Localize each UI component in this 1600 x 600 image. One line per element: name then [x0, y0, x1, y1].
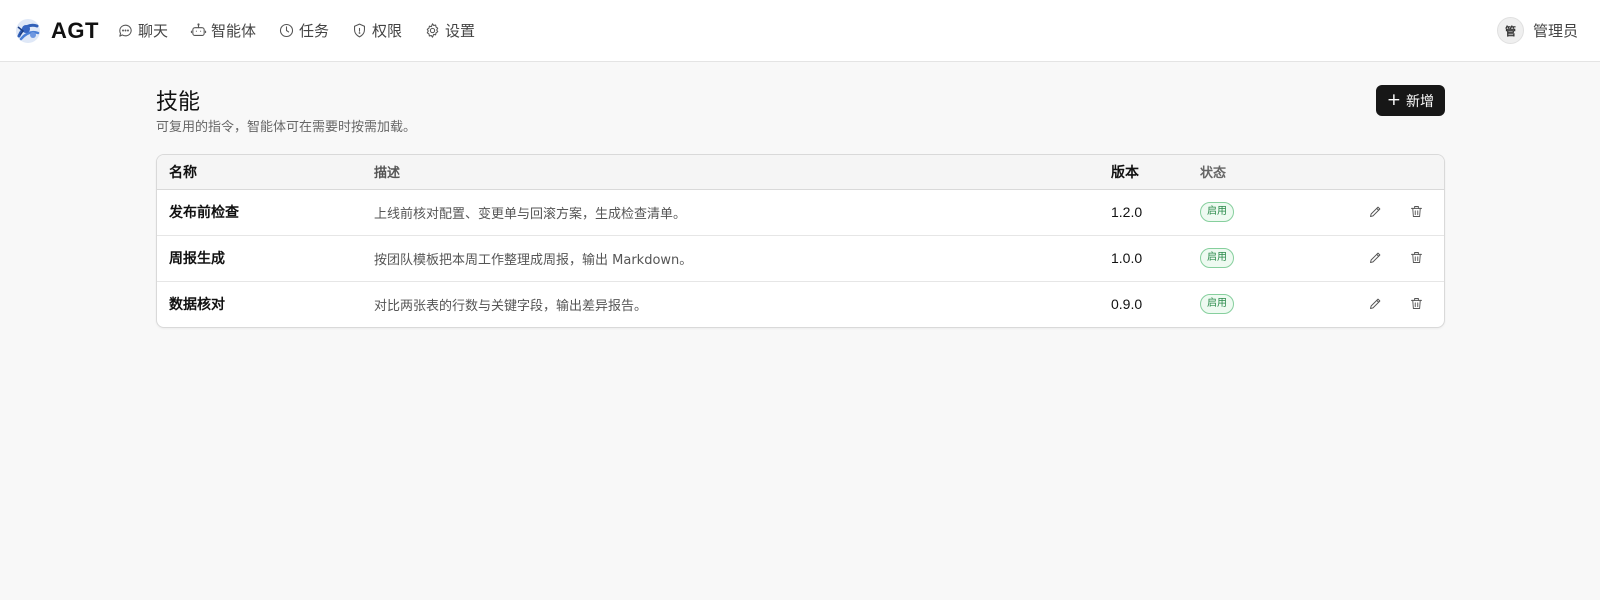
chat-bubble-icon	[119, 24, 132, 37]
skill-description: 按团队模板把本周工作整理成周报，输出 Markdown。	[362, 235, 1099, 282]
column-header-actions	[1308, 155, 1444, 190]
skill-version: 1.0.0	[1099, 235, 1188, 282]
agt-logo-icon	[16, 18, 40, 43]
nav-item-settings[interactable]: 设置	[424, 20, 475, 41]
pencil-icon	[1370, 206, 1381, 217]
nav-item-label: 智能体	[210, 22, 256, 40]
status-badge: 启用	[1200, 294, 1234, 315]
add-skill-button[interactable]: + 新增	[1375, 85, 1445, 116]
edit-button[interactable]	[1366, 247, 1386, 267]
nav-item-label: 任务	[298, 22, 329, 40]
delete-button[interactable]	[1406, 294, 1426, 314]
column-header-version: 版本	[1099, 155, 1188, 190]
avatar: 管	[1496, 17, 1524, 44]
skill-version: 0.9.0	[1111, 296, 1143, 313]
skill-description: 对比两张表的行数与关键字段，输出差异报告。	[374, 298, 648, 314]
row-actions	[1308, 281, 1444, 327]
main-nav: 聊天 智能体 任务 权限 设置	[117, 20, 475, 41]
edit-button[interactable]	[1366, 294, 1386, 314]
table-row: 数据核对 对比两张表的行数与关键字段，输出差异报告。 0.9.0 启用	[157, 281, 1444, 327]
add-button-label: 新增	[1406, 93, 1434, 110]
trash-icon	[1410, 251, 1422, 263]
status-badge: 启用	[1200, 202, 1234, 222]
brand[interactable]: AGT	[14, 17, 99, 45]
nav-item-label: 设置	[445, 22, 476, 40]
skill-name: 发布前检查	[157, 189, 362, 236]
column-header-status: 状态	[1188, 155, 1308, 190]
nav-item-permissions[interactable]: 权限	[351, 20, 402, 41]
status-cell: 启用	[1188, 189, 1308, 236]
row-actions	[1308, 189, 1444, 236]
trash-icon	[1410, 205, 1422, 217]
gear-icon	[426, 23, 439, 38]
column-header-name: 名称	[157, 155, 362, 190]
row-actions	[1308, 235, 1444, 282]
nav-item-tasks[interactable]: 任务	[278, 20, 329, 41]
table-row: 发布前检查 上线前核对配置、变更单与回滚方案，生成检查清单。 1.2.0 启用	[157, 189, 1444, 236]
nav-item-agents[interactable]: 智能体	[190, 20, 256, 41]
pencil-icon	[1370, 252, 1381, 263]
brand-name: AGT	[51, 17, 99, 43]
page-title: 技能	[156, 90, 201, 115]
delete-button[interactable]	[1406, 247, 1426, 267]
top-navigation-bar: AGT 聊天 智能体 任务 权限 设置 管 管理员	[0, 0, 1600, 62]
skill-name: 数据核对	[169, 297, 225, 314]
page-subtitle: 可复用的指令，智能体可在需要时按需加载。	[156, 120, 417, 135]
skills-table-card: 名称 描述 版本 状态 发布前检查 上线前核对配置、变更单与回滚方案，生成检查清…	[156, 154, 1445, 328]
shield-icon	[354, 23, 365, 38]
robot-icon	[190, 23, 207, 36]
status-cell: 启用	[1188, 235, 1308, 282]
column-header-description: 描述	[362, 155, 1099, 190]
skills-table: 名称 描述 版本 状态 发布前检查 上线前核对配置、变更单与回滚方案，生成检查清…	[157, 155, 1444, 327]
skill-version: 1.2.0	[1099, 189, 1188, 236]
status-cell: 启用	[1188, 281, 1308, 327]
skill-description: 上线前核对配置、变更单与回滚方案，生成检查清单。	[362, 189, 1099, 236]
status-badge: 启用	[1200, 248, 1234, 268]
user-name: 管理员	[1532, 22, 1578, 40]
edit-button[interactable]	[1366, 201, 1386, 221]
pencil-icon	[1370, 298, 1381, 309]
nav-item-chat[interactable]: 聊天	[117, 20, 168, 41]
skill-name: 周报生成	[157, 235, 362, 282]
nav-item-label: 聊天	[137, 22, 168, 40]
table-row: 周报生成 按团队模板把本周工作整理成周报，输出 Markdown。 1.0.0 …	[157, 235, 1444, 282]
trash-icon	[1410, 298, 1422, 309]
user-menu[interactable]: 管 管理员	[1496, 17, 1578, 44]
clock-icon	[279, 23, 294, 38]
table-header-row: 名称 描述 版本 状态	[157, 155, 1444, 190]
delete-button[interactable]	[1406, 201, 1426, 221]
plus-icon: +	[1386, 90, 1401, 110]
nav-item-label: 权限	[372, 22, 403, 40]
